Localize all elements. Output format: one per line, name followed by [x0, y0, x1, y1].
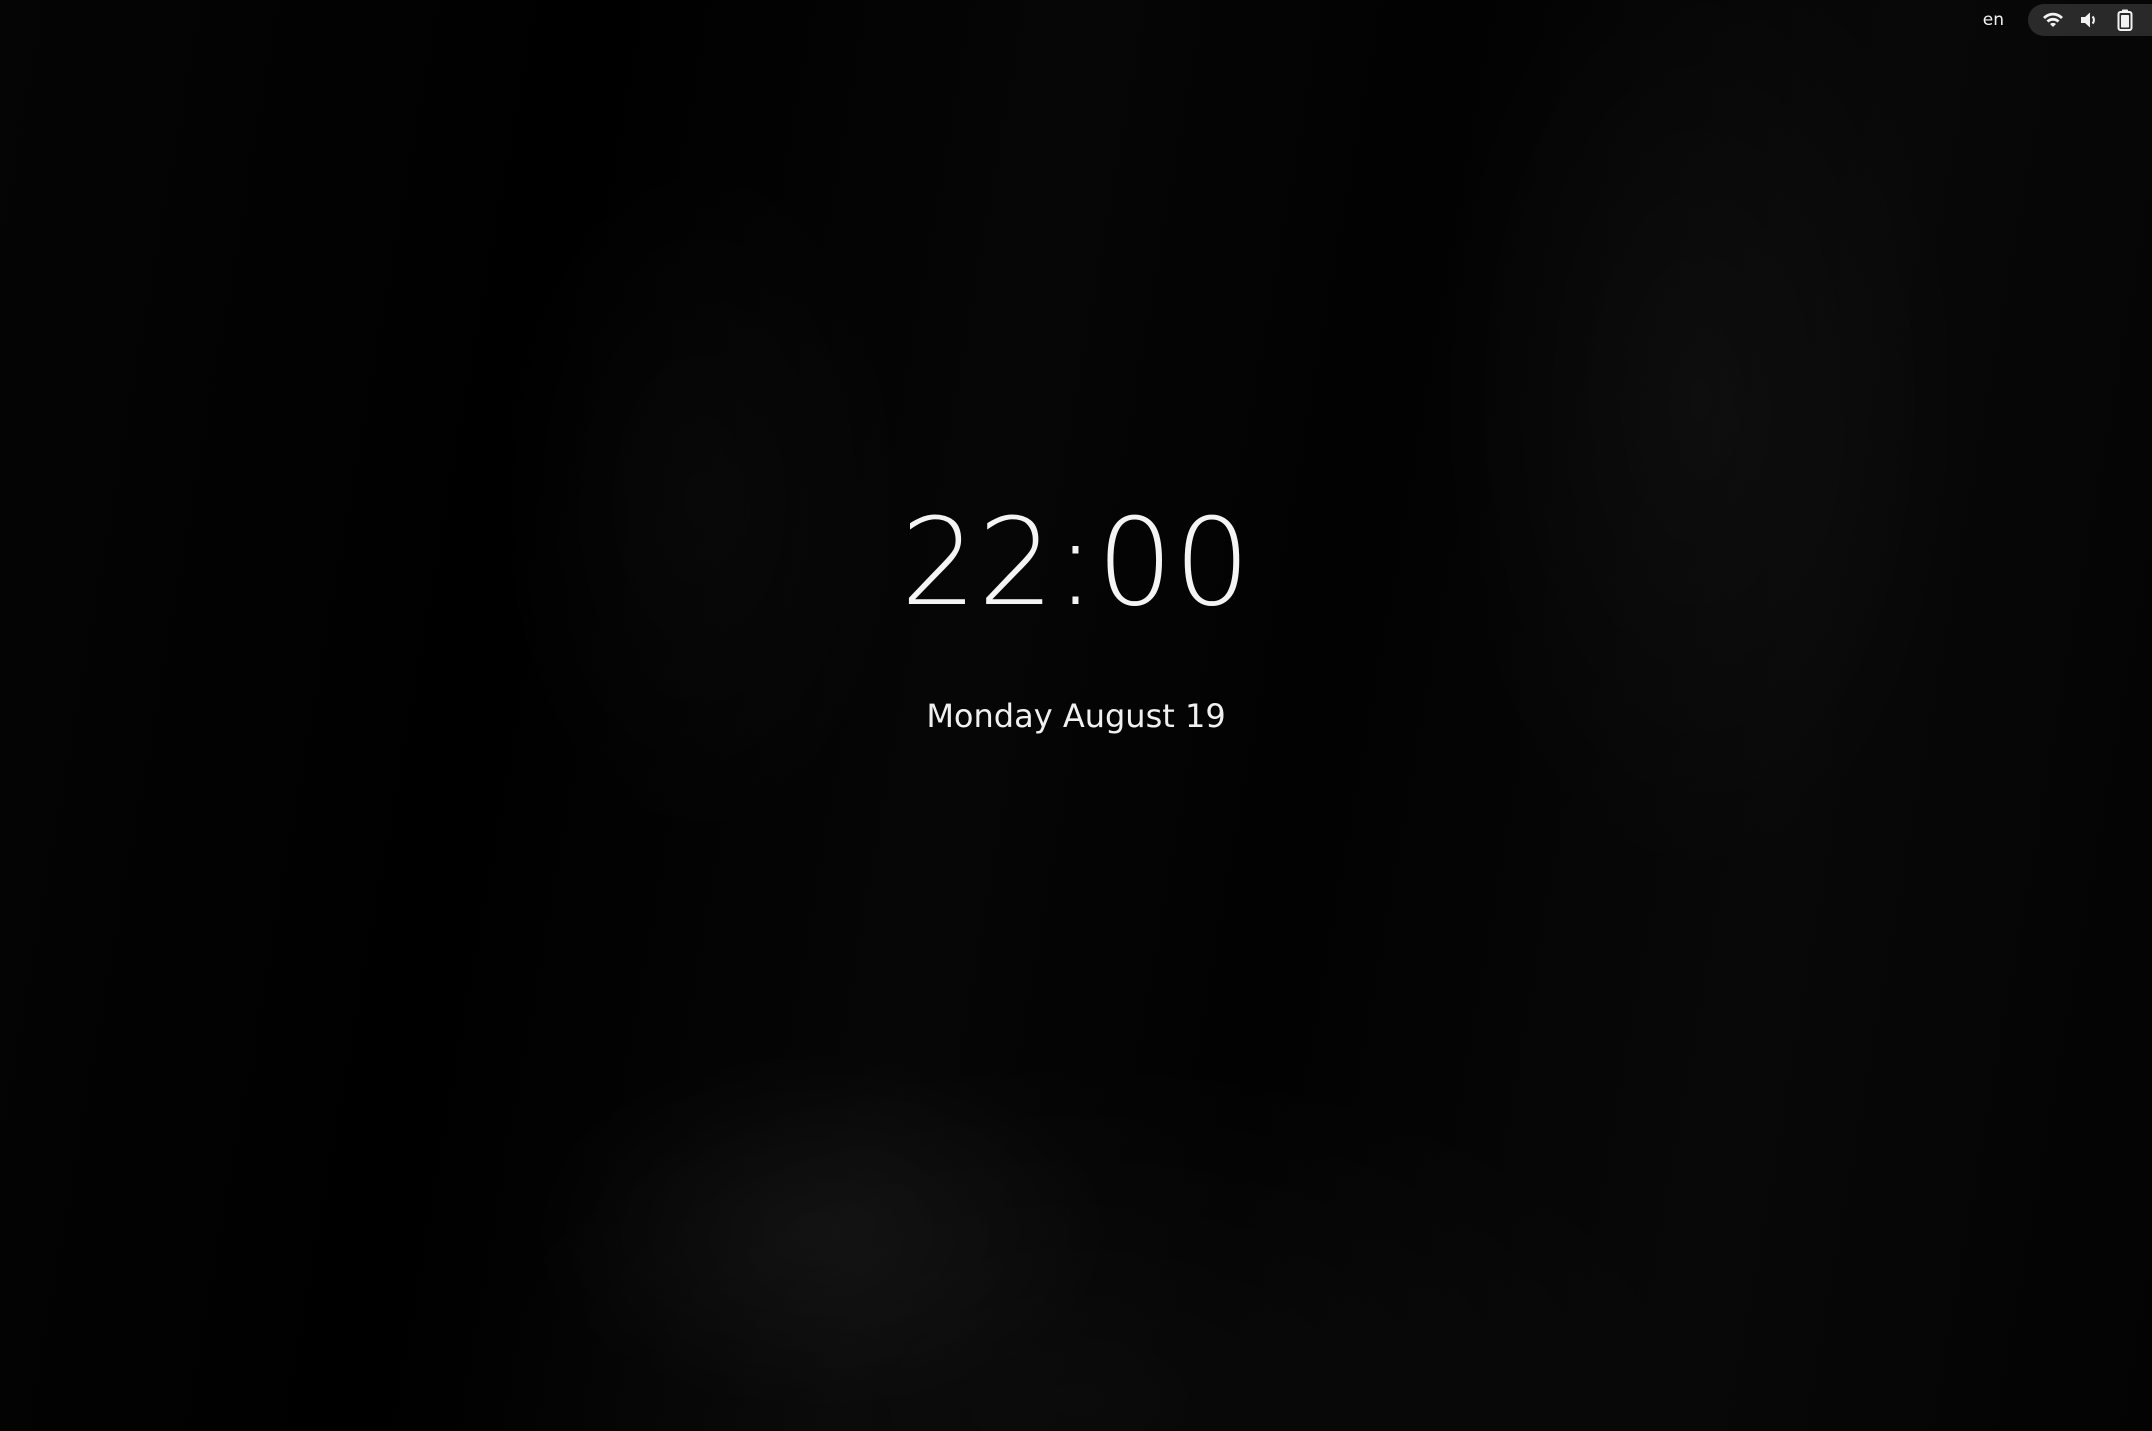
system-status-menu[interactable] — [2028, 4, 2152, 36]
top-bar: en — [1983, 0, 2152, 40]
lock-screen[interactable]: en 22:00 Monday August 19 — [0, 0, 2152, 1431]
battery-icon — [2114, 9, 2136, 31]
wifi-icon — [2042, 9, 2064, 31]
volume-icon — [2078, 9, 2100, 31]
keyboard-layout-indicator[interactable]: en — [1983, 0, 2004, 40]
lock-screen-date: Monday August 19 — [926, 697, 1226, 735]
lock-screen-clock: 22:00 — [900, 494, 1252, 633]
